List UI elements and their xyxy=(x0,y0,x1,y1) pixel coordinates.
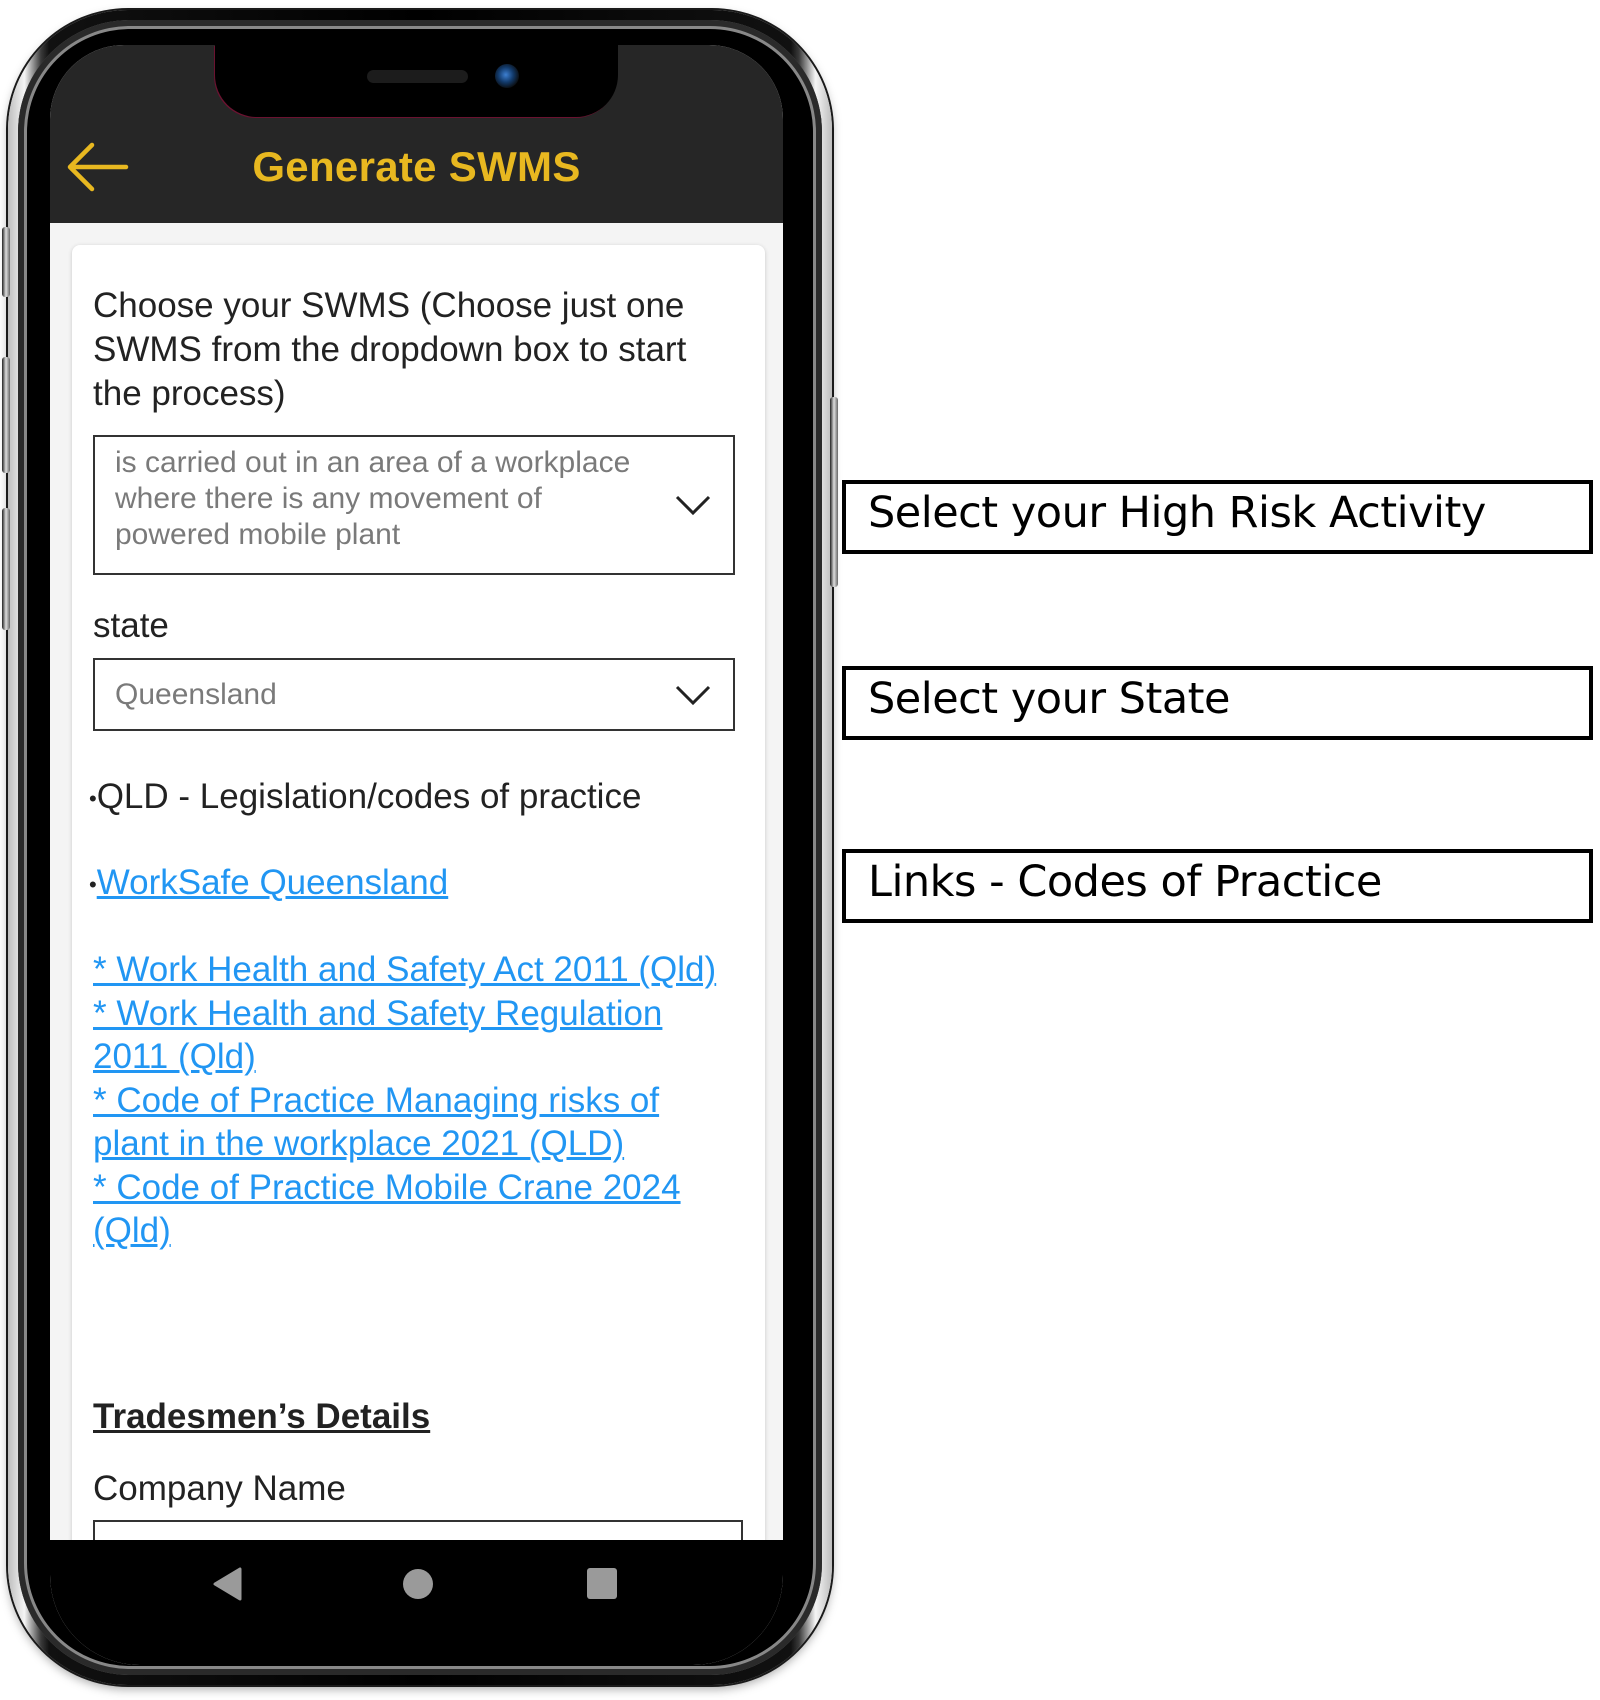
callout-links-codes: Links - Codes of Practice xyxy=(842,849,1593,923)
phone-notch xyxy=(215,45,618,117)
phone-side-button-volume-up xyxy=(2,357,10,473)
page-title: Generate SWMS xyxy=(252,143,581,190)
company-name-label: Company Name xyxy=(93,1469,346,1508)
legislation-links: * Work Health and Safety Act 2011 (Qld) … xyxy=(93,948,743,1253)
company-name-input[interactable] xyxy=(93,1520,743,1540)
android-nav-bar xyxy=(50,1540,783,1665)
callout-text: Select your High Risk Activity xyxy=(868,488,1486,538)
swms-select-label: Choose your SWMS (Choose just one SWMS f… xyxy=(93,286,687,413)
callout-text: Links - Codes of Practice xyxy=(868,857,1382,907)
state-select[interactable]: Queensland xyxy=(93,658,735,731)
swms-select-value: is carried out in an area of a workplace… xyxy=(115,446,631,551)
whs-regulation-link[interactable]: * Work Health and Safety Regulation 2011… xyxy=(93,994,662,1077)
nav-recents-button[interactable] xyxy=(585,1566,619,1607)
bullet: • xyxy=(89,871,97,897)
nav-home-icon xyxy=(403,1569,433,1599)
bullet: • xyxy=(89,785,97,811)
app-screen: Generate SWMS Choose your SWMS (Choose j… xyxy=(50,45,783,1665)
legislation-heading: •QLD - Legislation/codes of practice xyxy=(89,775,641,821)
callout-high-risk-activity: Select your High Risk Activity xyxy=(842,480,1593,554)
scroll-content[interactable]: Choose your SWMS (Choose just one SWMS f… xyxy=(50,223,783,1540)
phone-side-button-power xyxy=(830,397,838,587)
phone-side-button-mute xyxy=(2,227,10,297)
state-label: state xyxy=(93,606,169,645)
swms-form-card: Choose your SWMS (Choose just one SWMS f… xyxy=(72,245,765,1540)
nav-recents-icon xyxy=(587,1568,617,1599)
chevron-down-icon xyxy=(675,685,711,706)
nav-back-button[interactable] xyxy=(210,1566,246,1607)
nav-back-icon xyxy=(213,1567,242,1601)
swms-select[interactable]: is carried out in an area of a workplace… xyxy=(93,435,735,575)
worksafe-line: •WorkSafe Queensland xyxy=(89,861,448,907)
speaker-grille xyxy=(367,70,468,83)
tradesmen-details-heading: Tradesmen’s Details xyxy=(93,1397,431,1436)
chevron-down-icon xyxy=(675,495,711,516)
nav-home-button[interactable] xyxy=(402,1566,434,1607)
callout-text: Select your State xyxy=(868,674,1231,724)
worksafe-queensland-link[interactable]: WorkSafe Queensland xyxy=(97,863,449,902)
state-select-value: Queensland xyxy=(115,678,277,711)
legislation-heading-text: QLD - Legislation/codes of practice xyxy=(96,777,642,816)
cop-managing-plant-link[interactable]: * Code of Practice Managing risks of pla… xyxy=(93,1081,659,1164)
cop-mobile-crane-link[interactable]: * Code of Practice Mobile Crane 2024 (Ql… xyxy=(93,1168,681,1251)
whs-act-link[interactable]: * Work Health and Safety Act 2011 (Qld) xyxy=(93,950,716,989)
front-camera-icon xyxy=(495,64,519,88)
app-header: Generate SWMS xyxy=(50,45,783,223)
phone-side-button-volume-down xyxy=(2,508,10,630)
callout-select-state: Select your State xyxy=(842,666,1593,740)
